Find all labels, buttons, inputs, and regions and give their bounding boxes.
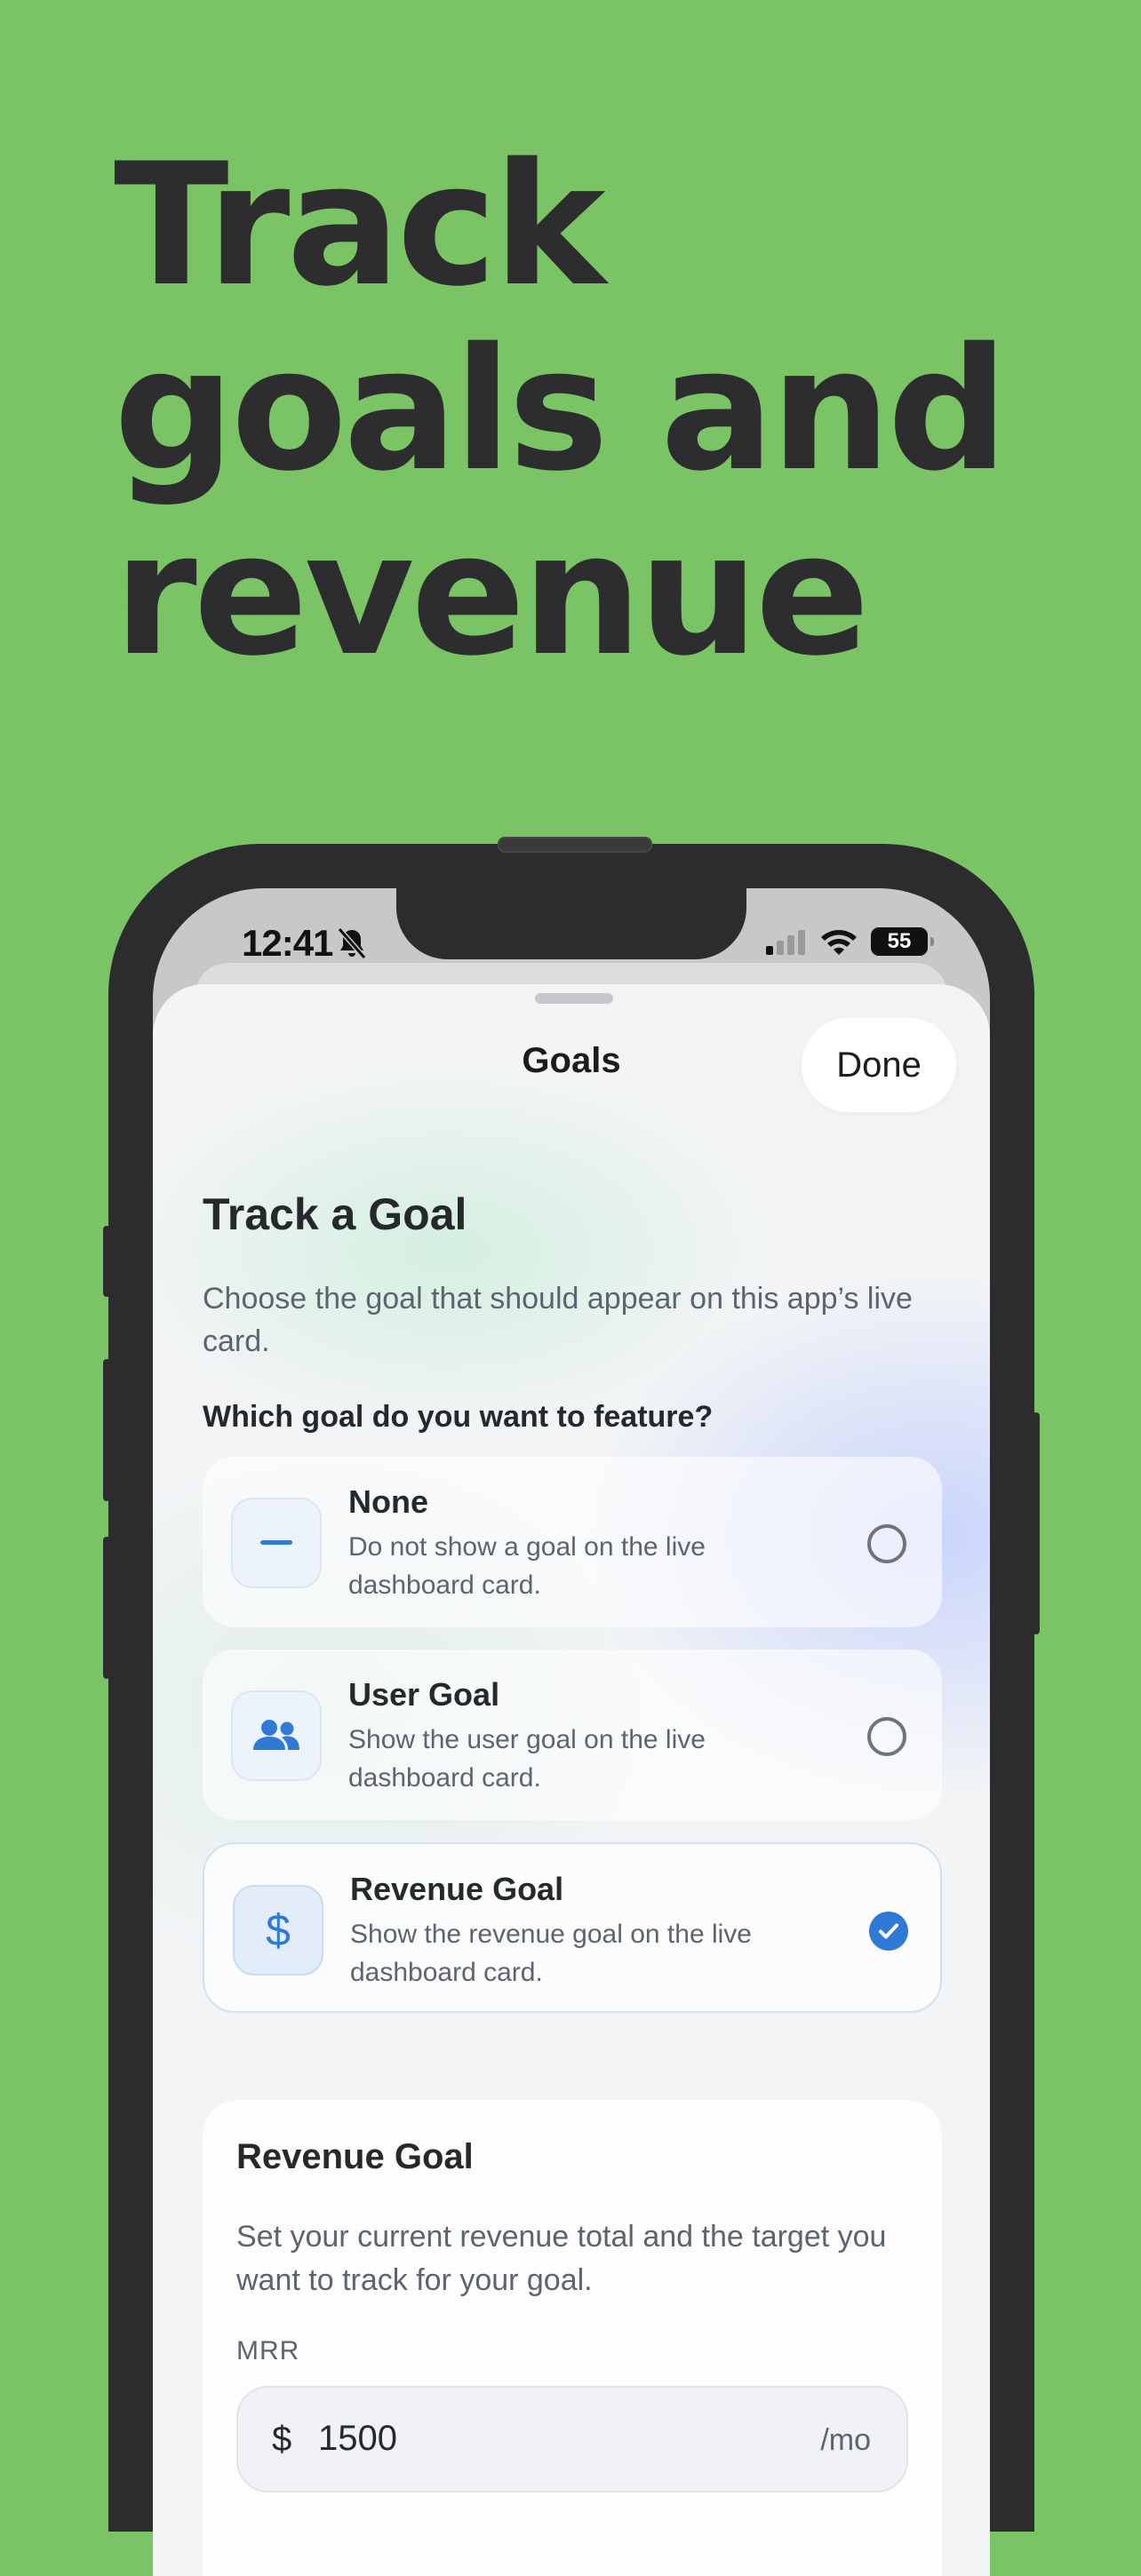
mrr-field[interactable]: $ /mo [236,2386,908,2493]
headline: Track goals and revenue [114,133,1091,688]
battery-level: 55 [887,929,912,953]
radio-button-revenue[interactable] [869,1912,908,1951]
option-description: Show the revenue goal on the live dashbo… [350,1920,752,1987]
headline-line-1: Track [114,127,606,323]
status-time: 12:41 [242,922,333,964]
status-indicators: 55 [766,922,934,961]
phone-side-button [1033,1412,1040,1634]
phone-frame: 12:41 55 Goals Done Track a Goal Choose … [103,837,1040,2576]
option-description: Do not show a goal on the live dashboard… [348,1532,706,1600]
sheet-grabber[interactable] [535,993,613,1004]
notch [396,888,746,959]
option-title: User Goal [348,1676,500,1713]
card-title: Revenue Goal [236,2137,474,2176]
phone-volume-up [103,1359,110,1501]
per-month-suffix: /mo [820,2423,871,2457]
speaker-grille [498,837,652,853]
section-title: Track a Goal [203,1189,467,1239]
wifi-icon [821,930,857,955]
option-title: Revenue Goal [350,1871,564,1907]
radio-button-user[interactable] [867,1717,906,1756]
goal-option-revenue[interactable]: $ Revenue Goal Show the revenue goal on … [203,1842,942,2013]
headline-line-3: revenue [114,497,870,693]
checkmark-icon [879,1923,898,1939]
battery-icon: 55 [871,927,934,956]
headline-line-2: goals and [114,312,1009,508]
dollar-icon: $ [233,1885,323,1976]
section-description: Choose the goal that should appear on th… [203,1282,913,1358]
revenue-goal-card: Revenue Goal Set your current revenue to… [203,2100,942,2576]
radio-button-none[interactable] [867,1524,906,1563]
card-description: Set your current revenue total and the t… [236,2220,887,2297]
goals-sheet: Goals Done Track a Goal Choose the goal … [153,984,990,2576]
option-title: None [348,1483,428,1520]
bell-slash-icon [337,927,367,959]
phone-volume-down [103,1537,110,1679]
minus-icon [231,1498,322,1588]
phone-screen: 12:41 55 Goals Done Track a Goal Choose … [153,888,990,2576]
goal-question: Which goal do you want to feature? [203,1400,714,1434]
users-icon [231,1690,322,1781]
currency-symbol: $ [272,2420,292,2459]
cellular-signal-icon [766,930,805,955]
option-description: Show the user goal on the live dashboard… [348,1725,706,1793]
done-button[interactable]: Done [802,1018,956,1112]
goal-option-user[interactable]: User Goal Show the user goal on the live… [203,1650,942,1820]
mrr-label: MRR [236,2336,300,2365]
goal-option-none[interactable]: None Do not show a goal on the live dash… [203,1457,942,1627]
mrr-input[interactable] [316,2413,675,2464]
phone-mute-switch [103,1226,110,1297]
